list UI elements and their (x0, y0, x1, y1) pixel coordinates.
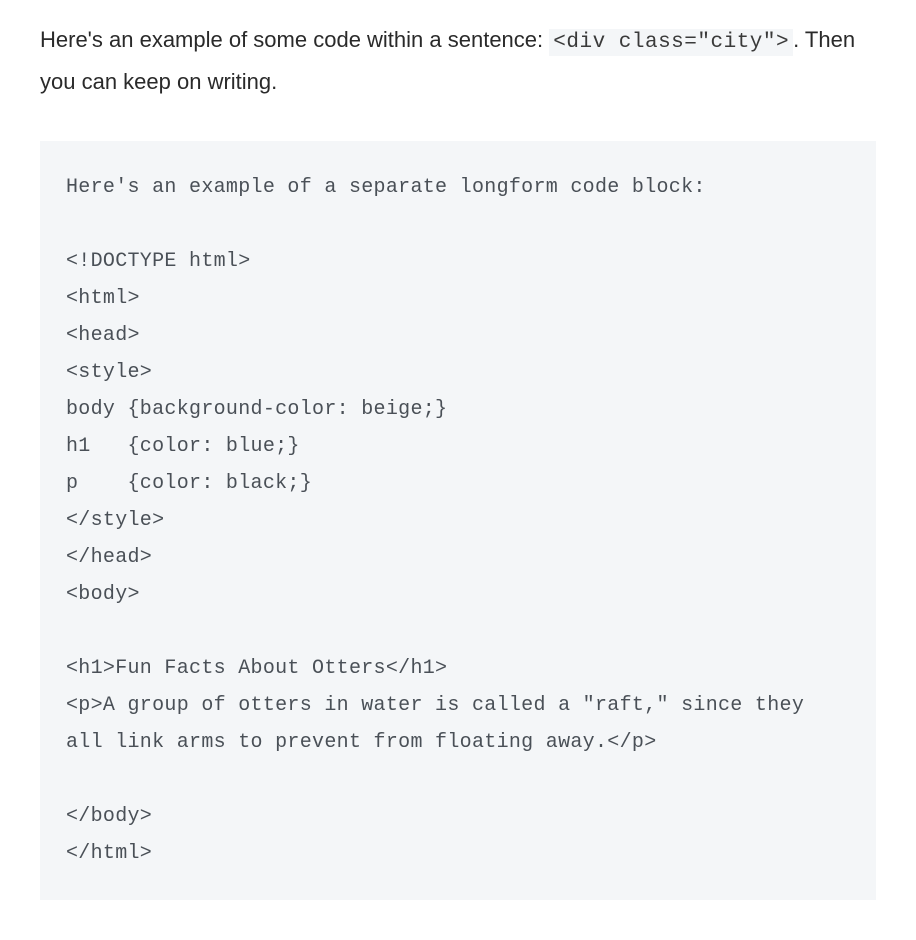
intro-paragraph: Here's an example of some code within a … (40, 20, 876, 101)
intro-text-before: Here's an example of some code within a … (40, 27, 549, 52)
inline-code-example: <div class="city"> (549, 29, 793, 56)
code-block-example: Here's an example of a separate longform… (40, 141, 876, 900)
